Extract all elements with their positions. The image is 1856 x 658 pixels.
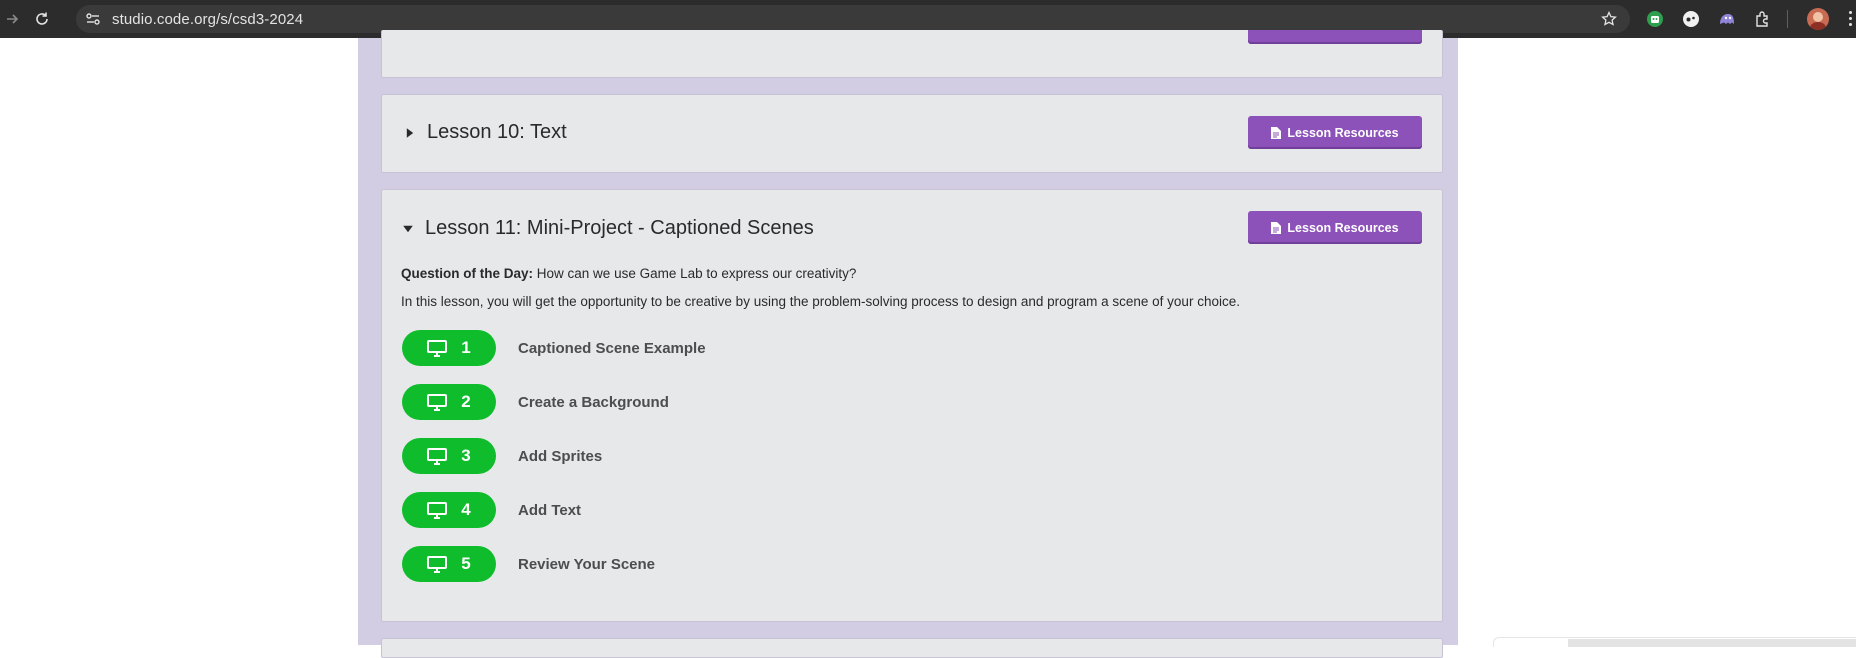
question-label: Question of the Day: xyxy=(401,266,534,281)
computer-monitor-icon xyxy=(427,339,448,357)
caret-down-icon xyxy=(401,222,415,236)
puzzle-extensions-icon[interactable] xyxy=(1754,10,1772,28)
ghost-extension-icon[interactable] xyxy=(1718,10,1736,28)
level-row: 2 Create a Background xyxy=(402,384,669,420)
level-bubble[interactable]: 4 xyxy=(402,492,496,528)
lesson-description: In this lesson, you will get the opportu… xyxy=(401,294,1240,309)
level-number: 4 xyxy=(461,500,471,519)
level-label[interactable]: Add Sprites xyxy=(518,448,602,465)
toolbar-divider xyxy=(1787,10,1788,28)
lesson-title: Lesson 11: Mini-Project - Captioned Scen… xyxy=(425,217,814,239)
robot-extension-icon[interactable] xyxy=(1646,10,1664,28)
caret-right-icon xyxy=(403,126,417,140)
level-row: 4 Add Text xyxy=(402,492,581,528)
level-bubble[interactable]: 5 xyxy=(402,546,496,582)
question-of-the-day: Question of the Day: How can we use Game… xyxy=(401,266,856,281)
profile-avatar[interactable] xyxy=(1807,8,1829,30)
level-number: 3 xyxy=(461,446,471,465)
document-icon xyxy=(1271,126,1282,139)
level-label[interactable]: Captioned Scene Example xyxy=(518,340,706,357)
lesson-resources-button[interactable] xyxy=(1248,30,1422,44)
level-label[interactable]: Review Your Scene xyxy=(518,556,655,573)
corner-popup-bar xyxy=(1568,639,1856,647)
question-text: How can we use Game Lab to express our c… xyxy=(536,266,857,281)
level-label[interactable]: Create a Background xyxy=(518,394,669,411)
kebab-menu-icon[interactable] xyxy=(1849,11,1853,27)
lesson-card-11: Lesson 11: Mini-Project - Captioned Scen… xyxy=(381,189,1443,622)
lesson-header-toggle[interactable]: Lesson 11: Mini-Project - Captioned Scen… xyxy=(401,217,814,240)
level-bubble[interactable]: 3 xyxy=(402,438,496,474)
level-number: 1 xyxy=(461,338,471,357)
lesson-title: Lesson 10: Text xyxy=(427,121,567,143)
computer-monitor-icon xyxy=(427,393,448,411)
lesson-card-previous xyxy=(381,30,1443,78)
lesson-header-toggle[interactable]: Lesson 10: Text xyxy=(403,121,567,144)
level-bubble[interactable]: 2 xyxy=(402,384,496,420)
computer-monitor-icon xyxy=(427,555,448,573)
lesson-resources-button[interactable]: Lesson Resources xyxy=(1248,211,1422,244)
lesson-card-next xyxy=(381,638,1443,658)
level-row: 3 Add Sprites xyxy=(402,438,602,474)
level-number: 5 xyxy=(461,554,471,573)
computer-monitor-icon xyxy=(427,447,448,465)
lesson-resources-label: Lesson Resources xyxy=(1287,125,1399,140)
lesson-card-10: Lesson 10: Text Lesson Resources xyxy=(381,94,1443,173)
reload-icon[interactable] xyxy=(32,9,52,29)
level-number: 2 xyxy=(461,392,471,411)
bookmark-star-icon[interactable] xyxy=(1600,10,1618,28)
computer-monitor-icon xyxy=(427,501,448,519)
document-icon xyxy=(1271,221,1282,234)
level-label[interactable]: Add Text xyxy=(518,502,581,519)
level-bubble[interactable]: 1 xyxy=(402,330,496,366)
lesson-resources-button[interactable]: Lesson Resources xyxy=(1248,116,1422,149)
level-row: 5 Review Your Scene xyxy=(402,546,655,582)
address-bar[interactable]: studio.code.org/s/csd3-2024 xyxy=(76,5,1630,33)
forward-arrow-icon[interactable] xyxy=(3,9,23,29)
url-text[interactable]: studio.code.org/s/csd3-2024 xyxy=(112,11,303,28)
lesson-resources-label: Lesson Resources xyxy=(1287,220,1399,235)
gamepad-extension-icon[interactable] xyxy=(1682,10,1700,28)
level-row: 1 Captioned Scene Example xyxy=(402,330,706,366)
site-info-icon[interactable] xyxy=(84,10,102,28)
